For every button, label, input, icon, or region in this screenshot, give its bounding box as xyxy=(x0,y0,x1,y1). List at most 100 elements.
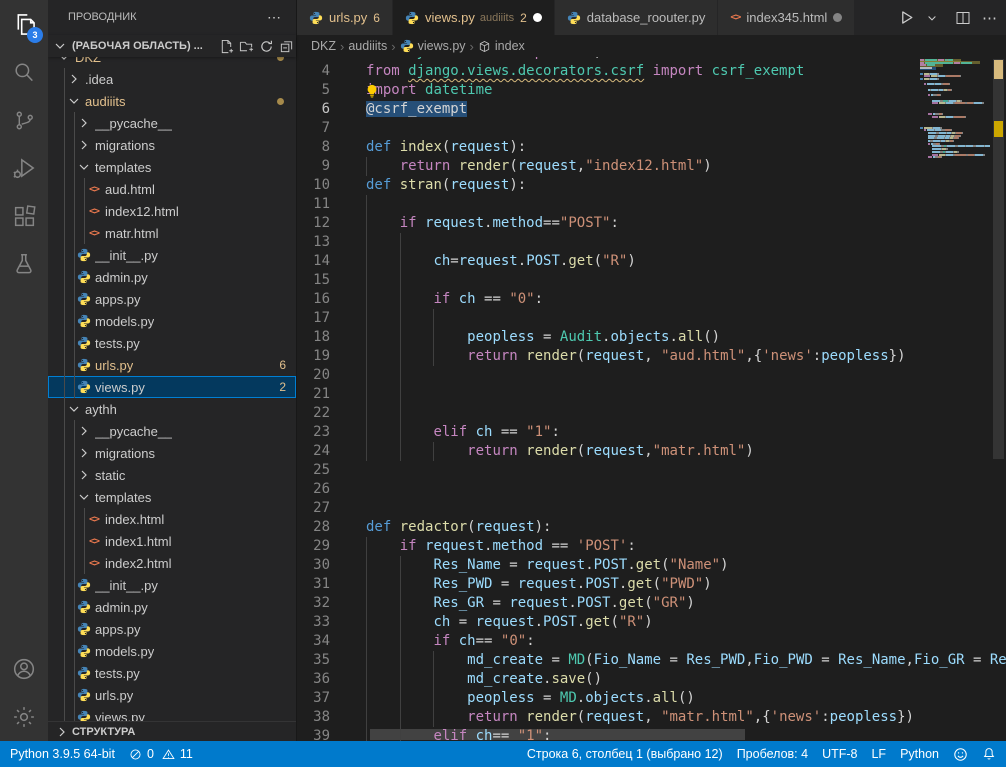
code-line-23[interactable]: 23 elif ch == "1": xyxy=(297,423,1006,442)
tab-index345-html[interactable]: <>index345.html xyxy=(718,0,855,35)
code-line-28[interactable]: 28def redactor(request): xyxy=(297,518,1006,537)
tree-item-urls-py[interactable]: urls.py xyxy=(48,684,296,706)
code-line-16[interactable]: 16 if ch == "0": xyxy=(297,290,1006,309)
code-line-20[interactable]: 20 xyxy=(297,366,1006,385)
tree-item-templates[interactable]: templates xyxy=(48,486,296,508)
overview-ruler[interactable] xyxy=(990,57,1006,741)
code-line-26[interactable]: 26 xyxy=(297,480,1006,499)
tree-item-tests-py[interactable]: tests.py xyxy=(48,662,296,684)
tree-item-index12-html[interactable]: <>index12.html xyxy=(48,200,296,222)
vertical-scrollbar[interactable] xyxy=(993,59,1004,459)
tree-item-matr-html[interactable]: <>matr.html xyxy=(48,222,296,244)
tree-item-tests-py[interactable]: tests.py xyxy=(48,332,296,354)
source-control-icon[interactable] xyxy=(0,96,48,144)
status-language-mode[interactable]: Python xyxy=(900,741,939,767)
new-file-icon[interactable] xyxy=(216,37,236,55)
code-line-36[interactable]: 36 md_create.save() xyxy=(297,670,1006,689)
code-line-18[interactable]: 18 peopless = Audit.objects.all() xyxy=(297,328,1006,347)
code-line-37[interactable]: 37 peopless = MD.objects.all() xyxy=(297,689,1006,708)
code-line-27[interactable]: 27 xyxy=(297,499,1006,518)
status-python-interpreter[interactable]: Python 3.9.5 64-bit xyxy=(10,741,115,767)
run-and-debug-icon[interactable] xyxy=(0,144,48,192)
code-line-35[interactable]: 35 md_create = MD(Fio_Name = Res_PWD,Fio… xyxy=(297,651,1006,670)
dirty-dot-icon[interactable] xyxy=(533,13,542,22)
testing-icon[interactable] xyxy=(0,240,48,288)
breadcrumb-item-index[interactable]: index xyxy=(478,39,525,53)
tree-item-init-py[interactable]: __init__.py xyxy=(48,574,296,596)
code-line-14[interactable]: 14 ch=request.POST.get("R") xyxy=(297,252,1006,271)
code-line-21[interactable]: 21 xyxy=(297,385,1006,404)
breadcrumb-item-dkz[interactable]: DKZ xyxy=(311,39,336,53)
code-line-38[interactable]: 38 return render(request, "matr.html",{'… xyxy=(297,708,1006,727)
code-line-19[interactable]: 19 return render(request, "aud.html",{'n… xyxy=(297,347,1006,366)
feedback-icon[interactable] xyxy=(953,741,968,767)
code-line-7[interactable]: 7 xyxy=(297,119,1006,138)
run-dropdown-icon[interactable] xyxy=(926,12,938,24)
settings-icon[interactable] xyxy=(0,693,48,741)
code-line-25[interactable]: 25 xyxy=(297,461,1006,480)
tree-item-aud-html[interactable]: <>aud.html xyxy=(48,178,296,200)
code-line-33[interactable]: 33 ch = request.POST.get("R") xyxy=(297,613,1006,632)
tree-item-models-py[interactable]: models.py xyxy=(48,310,296,332)
tree-item-models-py[interactable]: models.py xyxy=(48,640,296,662)
status-encoding[interactable]: UTF-8 xyxy=(822,741,857,767)
tree-item-migrations[interactable]: migrations xyxy=(48,134,296,156)
tree-item-apps-py[interactable]: apps.py xyxy=(48,618,296,640)
code-line-17[interactable]: 17 xyxy=(297,309,1006,328)
search-icon[interactable] xyxy=(0,48,48,96)
collapse-all-icon[interactable] xyxy=(276,37,296,55)
breadcrumb-item-audiiits[interactable]: audiiits xyxy=(348,39,387,53)
code-line-31[interactable]: 31 Res_PWD = request.POST.get("PWD") xyxy=(297,575,1006,594)
breadcrumb-item-views-py[interactable]: views.py xyxy=(400,39,466,53)
tab-views-py[interactable]: views.pyaudiiits2 xyxy=(393,0,555,35)
dirty-dot-icon[interactable] xyxy=(833,13,842,22)
outline-section-header[interactable]: СТРУКТУРА xyxy=(48,721,296,741)
workspace-section-header[interactable]: (РАБОЧАЯ ОБЛАСТЬ) ... xyxy=(48,35,296,57)
new-folder-icon[interactable] xyxy=(236,37,256,55)
tree-item-index-html[interactable]: <>index.html xyxy=(48,508,296,530)
code-line-15[interactable]: 15 xyxy=(297,271,1006,290)
code-line-5[interactable]: 5import datetime xyxy=(297,81,1006,100)
tree-item-admin-py[interactable]: admin.py xyxy=(48,266,296,288)
more-actions-icon[interactable]: ⋯ xyxy=(982,9,998,27)
code-line-10[interactable]: 10def stran(request): xyxy=(297,176,1006,195)
code-line-13[interactable]: 13 xyxy=(297,233,1006,252)
tree-item-audiiits[interactable]: audiiits xyxy=(48,90,296,112)
code-line-4[interactable]: 4from django.views.decorators.csrf impor… xyxy=(297,62,1006,81)
code-line-32[interactable]: 32 Res_GR = request.POST.get("GR") xyxy=(297,594,1006,613)
code-line-9[interactable]: 9 return render(request,"index12.html") xyxy=(297,157,1006,176)
tree-item-init-py[interactable]: __init__.py xyxy=(48,244,296,266)
extensions-icon[interactable] xyxy=(0,192,48,240)
tree-item-urls-py[interactable]: urls.py6 xyxy=(48,354,296,376)
code-editor[interactable]: 3from aythh.models import MD,Audit4from … xyxy=(297,57,1006,741)
tree-item-index2-html[interactable]: <>index2.html xyxy=(48,552,296,574)
code-line-30[interactable]: 30 Res_Name = request.POST.get("Name") xyxy=(297,556,1006,575)
status-indentation[interactable]: Пробелов: 4 xyxy=(737,741,808,767)
status-cursor-position[interactable]: Строка 6, столбец 1 (выбрано 12) xyxy=(527,741,723,767)
status-problems[interactable]: 011 xyxy=(129,741,193,767)
run-button[interactable] xyxy=(898,9,915,26)
code-line-39[interactable]: 39 elif ch== "1": xyxy=(297,727,1006,741)
tab-urls-py[interactable]: urls.py6 xyxy=(297,0,393,35)
account-icon[interactable] xyxy=(0,645,48,693)
tree-item-admin-py[interactable]: admin.py xyxy=(48,596,296,618)
tree-item-migrations[interactable]: migrations xyxy=(48,442,296,464)
code-line-34[interactable]: 34 if ch== "0": xyxy=(297,632,1006,651)
code-line-6[interactable]: 6@csrf_exempt xyxy=(297,100,1006,119)
refresh-icon[interactable] xyxy=(256,37,276,55)
tree-item-aythh[interactable]: aythh xyxy=(48,398,296,420)
tree-item-pycache[interactable]: __pycache__ xyxy=(48,112,296,134)
tree-item-views-py[interactable]: views.py2 xyxy=(48,376,296,398)
sidebar-more-actions-icon[interactable]: ⋯ xyxy=(267,0,296,35)
tree-item-apps-py[interactable]: apps.py xyxy=(48,288,296,310)
tree-item-pycache[interactable]: __pycache__ xyxy=(48,420,296,442)
minimap[interactable] xyxy=(920,57,990,741)
code-line-12[interactable]: 12 if request.method=="POST": xyxy=(297,214,1006,233)
code-line-11[interactable]: 11 xyxy=(297,195,1006,214)
code-line-24[interactable]: 24 return render(request,"matr.html") xyxy=(297,442,1006,461)
explorer-icon[interactable]: 3 xyxy=(0,0,48,48)
tree-item-static[interactable]: static xyxy=(48,464,296,486)
tree-item-templates[interactable]: templates xyxy=(48,156,296,178)
code-line-29[interactable]: 29 if request.method == 'POST': xyxy=(297,537,1006,556)
code-line-22[interactable]: 22 xyxy=(297,404,1006,423)
